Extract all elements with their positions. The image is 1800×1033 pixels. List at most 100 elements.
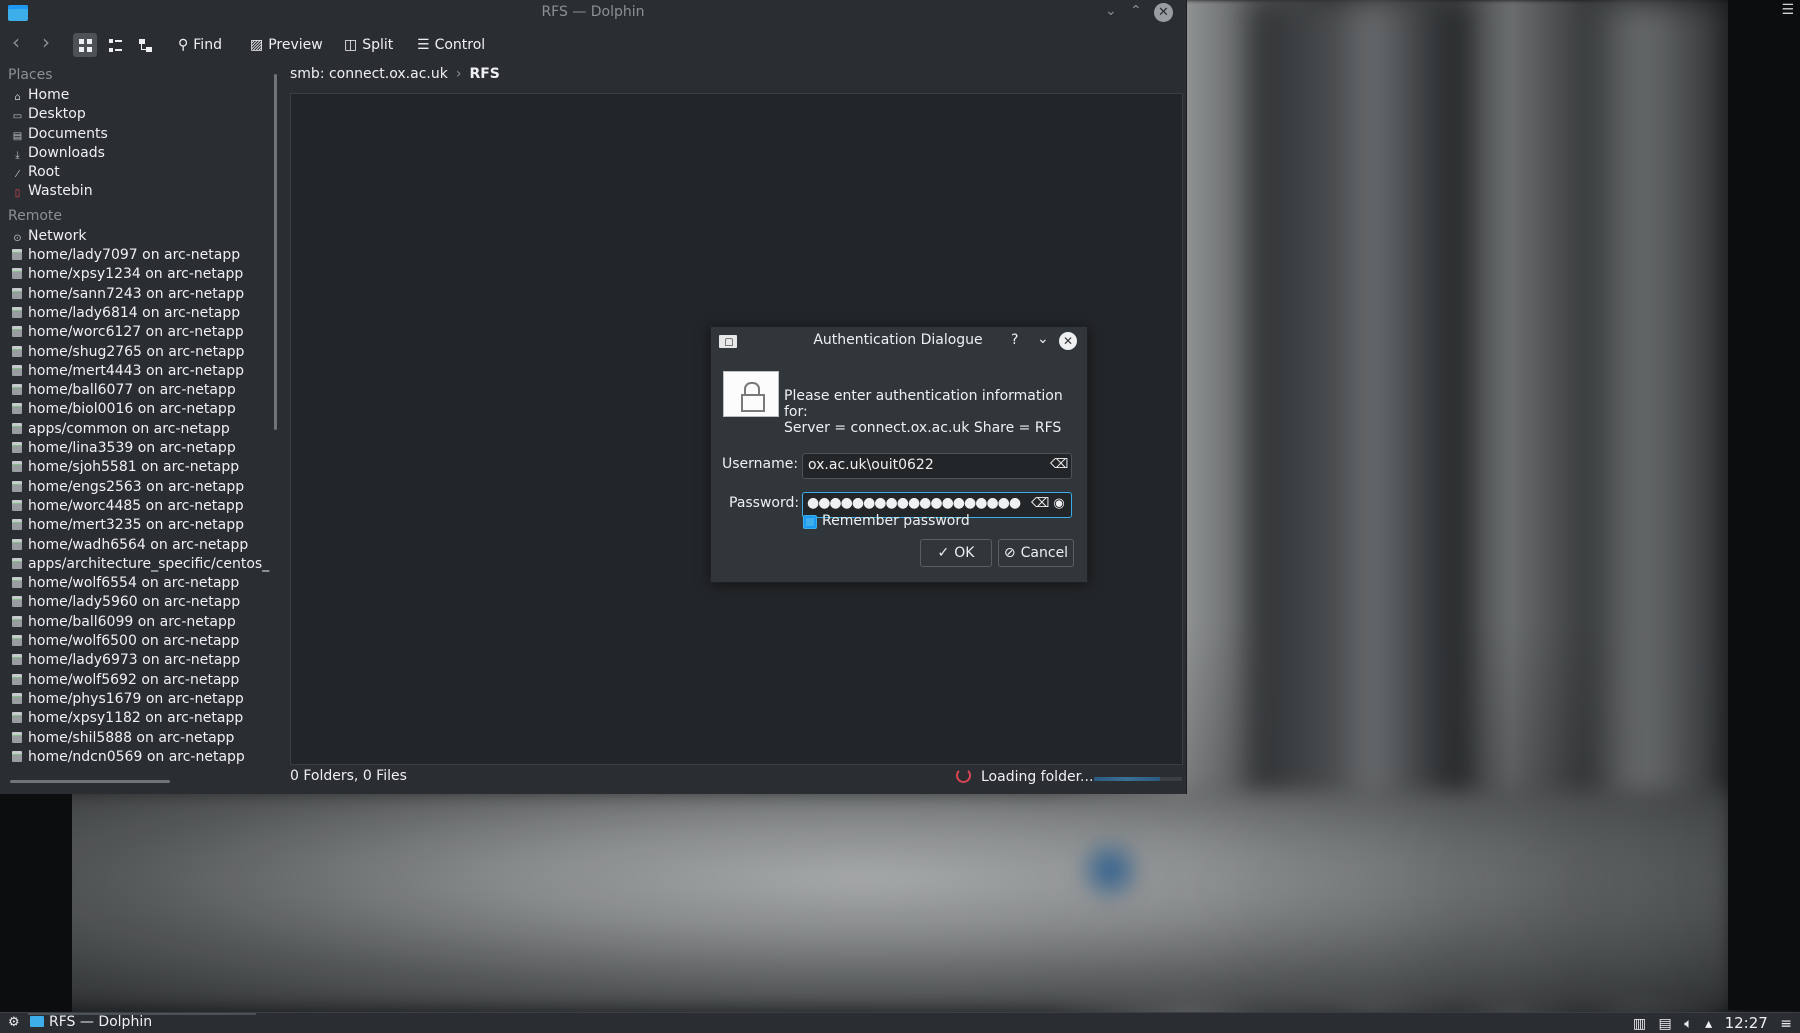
find-button[interactable]: ⚲ Find	[178, 32, 222, 58]
ok-label: OK	[954, 545, 975, 561]
network-drive-icon	[12, 306, 22, 318]
remote-share-item[interactable]: home/worc4485 on arc-netapp	[0, 497, 270, 516]
places-item-desktop[interactable]: ▭ Desktop	[0, 105, 270, 124]
minimize-dialog-icon[interactable]: ⌄	[1037, 331, 1049, 347]
password-mask[interactable]: ●●●●●●●●●●●●●●●●●●●	[807, 495, 1021, 511]
control-button[interactable]: ☰ Control	[417, 32, 485, 58]
network-tray-icon[interactable]: ▥	[1633, 1016, 1646, 1032]
desktop-menu-icon[interactable]: ☰	[1781, 2, 1794, 18]
remote-share-item[interactable]: home/sann7243 on arc-netapp	[0, 285, 270, 304]
remote-share-item[interactable]: home/xpsy1234 on arc-netapp	[0, 265, 270, 284]
desktop-icon: ▭	[12, 111, 23, 123]
username-input[interactable]	[808, 456, 1028, 474]
forward-icon[interactable]: ›	[42, 29, 50, 55]
find-label: Find	[193, 37, 222, 53]
breadcrumb-current[interactable]: RFS	[469, 66, 499, 82]
password-label: Password:	[729, 495, 800, 511]
wastebin-icon: ▯	[14, 188, 21, 200]
remote-share-item[interactable]: home/lady6814 on arc-netapp	[0, 304, 270, 323]
icons-view-button[interactable]	[73, 33, 97, 57]
remote-share-item[interactable]: home/wolf5692 on arc-netapp	[0, 671, 270, 690]
remote-share-item[interactable]: home/lady7097 on arc-netapp	[0, 246, 270, 265]
show-password-eye-icon[interactable]: ◉	[1051, 496, 1067, 512]
remote-share-label: home/sjoh5581 on arc-netapp	[28, 459, 240, 476]
remote-share-item[interactable]: home/biol0016 on arc-netapp	[0, 400, 270, 419]
back-icon[interactable]: ‹	[12, 29, 20, 55]
compact-view-button[interactable]	[103, 33, 127, 57]
split-button[interactable]: ◫ Split	[344, 32, 393, 58]
remote-share-item[interactable]: home/ball6099 on arc-netapp	[0, 613, 270, 632]
application-launcher-icon[interactable]: ⚙	[8, 1015, 20, 1030]
remote-share-item[interactable]: home/worc6127 on arc-netapp	[0, 323, 270, 342]
network-drive-icon	[12, 692, 22, 704]
remote-share-item[interactable]: apps/common on arc-netapp	[0, 420, 270, 439]
remote-share-label: home/wolf6500 on arc-netapp	[28, 633, 240, 650]
places-scrollbar[interactable]	[274, 74, 277, 430]
places-item-wastebin[interactable]: ▯ Wastebin	[0, 182, 270, 201]
remote-share-item[interactable]: home/lady6973 on arc-netapp	[0, 651, 270, 670]
close-window-button[interactable]: ✕	[1154, 3, 1173, 22]
places-item-documents[interactable]: ▤ Documents	[0, 125, 270, 144]
remote-share-label: home/biol0016 on arc-netapp	[28, 401, 236, 418]
remote-share-item[interactable]: home/xpsy1182 on arc-netapp	[0, 709, 270, 728]
volume-icon[interactable]: 🔈︎	[1684, 1016, 1692, 1032]
remote-share-item[interactable]: home/wolf6554 on arc-netapp	[0, 574, 270, 593]
places-item-root[interactable]: ⁄ Root	[0, 163, 270, 182]
clipboard-tray-icon[interactable]: ▤	[1659, 1016, 1672, 1032]
remote-share-item[interactable]: home/ndcn0569 on arc-netapp	[0, 748, 270, 767]
remote-share-item[interactable]: home/lady5960 on arc-netapp	[0, 593, 270, 612]
places-item-downloads[interactable]: ⤓ Downloads	[0, 144, 270, 163]
details-view-button[interactable]	[133, 33, 157, 57]
remote-share-item[interactable]: home/shug2765 on arc-netapp	[0, 343, 270, 362]
cancel-button[interactable]: ⊘ Cancel	[998, 539, 1074, 567]
network-icon: ⊙	[13, 232, 22, 244]
username-field[interactable]: ⌫	[802, 453, 1072, 479]
remote-share-item[interactable]: home/mert4443 on arc-netapp	[0, 362, 270, 381]
list-view-icon	[108, 38, 122, 52]
network-item[interactable]: ⊙ Network	[0, 227, 270, 246]
auth-message-line1: Please enter authentication information …	[784, 388, 1063, 420]
remote-share-item[interactable]: home/phys1679 on arc-netapp	[0, 690, 270, 709]
remember-password-checkbox[interactable]	[803, 515, 817, 529]
network-drive-icon	[12, 577, 22, 589]
remote-share-label: home/xpsy1182 on arc-netapp	[28, 710, 244, 727]
minimize-icon[interactable]: ⌄	[1105, 3, 1117, 19]
tray-expand-icon[interactable]: ▴	[1705, 1016, 1712, 1032]
close-dialog-button[interactable]: ✕	[1059, 332, 1077, 350]
network-drive-icon	[12, 731, 22, 743]
preview-button[interactable]: ▨ Preview	[250, 32, 323, 58]
ok-button[interactable]: ✓ OK	[920, 539, 992, 567]
remote-share-item[interactable]: home/wadh6564 on arc-netapp	[0, 536, 270, 555]
task-item-dolphin[interactable]: RFS — Dolphin	[30, 1014, 152, 1030]
dialog-titlebar: Authentication Dialogue ? ⌄ ✕	[711, 327, 1087, 355]
remote-share-item[interactable]: apps/architecture_specific/centos_8/	[0, 555, 270, 574]
help-icon[interactable]: ?	[1011, 332, 1018, 348]
places-item-home[interactable]: ⌂ Home	[0, 86, 270, 105]
cancel-label: Cancel	[1020, 545, 1069, 561]
taskbar: ⚙ RFS — Dolphin ▥ ▤ 🔈︎ ▴ 12:27 ≡	[0, 1012, 1800, 1033]
clear-password-icon[interactable]: ⌫	[1031, 496, 1049, 512]
remote-share-item[interactable]: home/sjoh5581 on arc-netapp	[0, 458, 270, 477]
remote-share-item[interactable]: home/lina3539 on arc-netapp	[0, 439, 270, 458]
auth-message-line2: Server = connect.ox.ac.uk Share = RFS	[784, 420, 1062, 436]
remote-share-label: home/xpsy1234 on arc-netapp	[28, 266, 244, 283]
network-drive-icon	[12, 654, 22, 666]
remote-share-item[interactable]: home/engs2563 on arc-netapp	[0, 478, 270, 497]
remember-password-label[interactable]: Remember password	[822, 513, 970, 529]
clock[interactable]: 12:27	[1725, 1014, 1768, 1032]
remote-share-item[interactable]: home/mert3235 on arc-netapp	[0, 516, 270, 535]
breadcrumb-parent[interactable]: smb: connect.ox.ac.uk	[290, 66, 448, 82]
search-icon: ⚲	[178, 37, 189, 53]
remote-share-label: home/mert4443 on arc-netapp	[28, 362, 244, 379]
username-label: Username:	[722, 456, 799, 472]
grid-view-icon	[78, 38, 92, 52]
network-drive-icon	[12, 750, 22, 762]
places-horizontal-scrollbar[interactable]	[10, 780, 170, 783]
panel-menu-icon[interactable]: ≡	[1780, 1016, 1792, 1032]
remote-share-item[interactable]: home/shil5888 on arc-netapp	[0, 729, 270, 748]
maximize-icon[interactable]: ⌃	[1130, 3, 1142, 19]
image-icon: ▨	[250, 37, 264, 53]
remote-share-item[interactable]: home/wolf6500 on arc-netapp	[0, 632, 270, 651]
clear-text-icon[interactable]: ⌫	[1050, 457, 1068, 473]
remote-share-item[interactable]: home/ball6077 on arc-netapp	[0, 381, 270, 400]
